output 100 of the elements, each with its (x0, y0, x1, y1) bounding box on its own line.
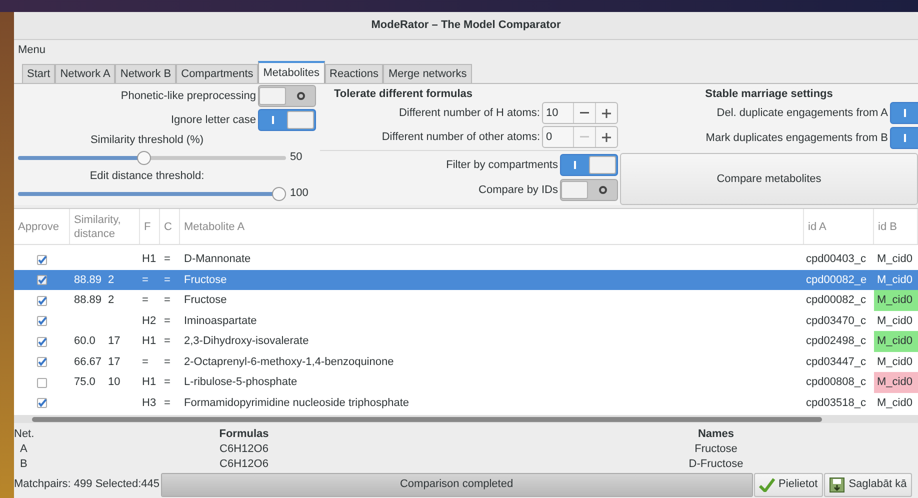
check-icon (758, 478, 775, 492)
table-cell-text: B (19, 457, 28, 472)
table-cell-text: D-Mannonate (183, 252, 252, 268)
table-cell-text: H1 (141, 252, 158, 268)
spinner-label: Different number of other atoms: (382, 130, 540, 146)
table-cell-text: H2 (141, 314, 158, 329)
minus-icon[interactable] (580, 112, 589, 114)
similarity-cell-text: 60.0 (74, 334, 96, 350)
table-cell-text: = (163, 354, 172, 370)
similarity-cell-text: 75.0 (74, 375, 96, 390)
column-header[interactable]: id A (804, 209, 874, 244)
table-row[interactable]: H2 = Iminoaspartate cpd03470_c M_cid0 (14, 310, 918, 332)
table-cell-text: H1 (141, 334, 158, 350)
table-cell-text: H3 (141, 396, 158, 411)
checkbox[interactable] (37, 316, 47, 326)
table-cell-text: M_cid0 (876, 354, 914, 370)
table-row[interactable]: 88.89 2 = = Fructose cpd00082_c M_cid0 (14, 290, 918, 311)
column-header[interactable]: Similarity, distance (70, 209, 140, 244)
table-cell-text: = (163, 293, 172, 308)
checkbox[interactable] (37, 296, 47, 306)
column-header: Formulas (218, 427, 270, 442)
tab[interactable]: Reactions (324, 64, 384, 84)
table-cell-text: M_cid0 (876, 396, 914, 411)
number-spinner[interactable]: 0 (542, 126, 618, 148)
scrollbar[interactable] (32, 416, 822, 422)
distance-cell-text: 17 (108, 334, 120, 350)
menu-item[interactable]: Menu (18, 42, 46, 59)
checkbox[interactable] (37, 398, 47, 408)
table-cell-text: = (163, 272, 172, 288)
tab[interactable]: Start (22, 64, 56, 84)
column-header[interactable]: F (140, 209, 160, 244)
table-cell-text: C6H12O6 (218, 457, 270, 472)
slider-label: Edit distance threshold: (90, 169, 206, 184)
plus-icon[interactable] (602, 132, 611, 142)
tab[interactable]: Merge networks (383, 64, 472, 84)
column-header[interactable]: id B (874, 209, 918, 244)
spinner-label: Different number of H atoms: (398, 106, 540, 122)
plus-icon[interactable] (602, 108, 611, 118)
table-cell-text: C6H12O6 (218, 442, 270, 458)
slider-value: 100 (290, 186, 310, 202)
checkbox[interactable] (37, 254, 47, 265)
column-header: Names (696, 427, 736, 442)
table-row[interactable]: H3 = Formamidopyrimidine nucleoside triphosphate cpd03518_c M_cid0 (14, 392, 918, 414)
checkbox[interactable] (37, 275, 47, 286)
status-button[interactable]: Pielietot (754, 472, 823, 497)
table-cell-text: = (141, 272, 150, 288)
similarity-cell-text: 66.67 (74, 354, 102, 370)
table-cell-text: 2,3-Dihydroxy-isovalerate (183, 334, 310, 350)
table-cell: M_cid0 (874, 290, 918, 311)
table-row[interactable]: 75.0 10 H1 = L-ribulose-5-phosphate cpd00808_c M_cid0 (14, 372, 918, 393)
distance-cell-text: 17 (108, 354, 120, 370)
section-heading: Stable marriage settings (705, 87, 833, 100)
tab[interactable]: Network B (115, 64, 176, 84)
toggle-switch[interactable] (258, 109, 316, 132)
toggle-switch[interactable] (258, 85, 316, 108)
column-header[interactable]: Metabolite A (180, 209, 804, 244)
table-cell-text: Iminoaspartate (183, 314, 258, 329)
slider-thumb[interactable] (272, 186, 286, 201)
table-row[interactable]: 60.0 17 H1 = 2,3-Dihydroxy-isovalerate cpd02498_c M_cid0 (14, 331, 918, 352)
table-cell-text: = (163, 396, 172, 411)
table-cell-text: D-Fructose (688, 457, 744, 472)
compare-button[interactable]: Compare metabolites (620, 153, 918, 206)
table-cell-text: cpd00403_c (805, 252, 867, 268)
table-cell-text: Fructose (183, 293, 228, 308)
table-cell-text: Fructose (694, 442, 738, 458)
table-cell-text: 2-Octaprenyl-6-methoxy-1,4-benzoquinone (183, 354, 395, 370)
tab[interactable]: Network A (55, 64, 116, 84)
table-cell-text: H1 (141, 375, 158, 390)
table-row[interactable]: 88.89 2 = = Fructose cpd00082_e M_cid0 (14, 270, 918, 290)
table-cell-text: = (163, 334, 172, 350)
column-header[interactable]: C (160, 209, 180, 244)
slider-track[interactable] (18, 186, 286, 201)
table-cell-text: L-ribulose-5-phosphate (183, 375, 298, 390)
slider-thumb[interactable] (137, 150, 152, 165)
table-cell-text: A (19, 442, 28, 458)
toggle-switch[interactable] (560, 179, 618, 202)
checkbox[interactable] (37, 357, 47, 368)
toggle-switch[interactable] (560, 154, 618, 176)
tab[interactable]: Compartments (176, 64, 258, 84)
table-cell: M_cid0 (874, 372, 918, 393)
progress-label: Comparison completed (400, 477, 514, 492)
table-cell-text: M_cid0 (876, 314, 914, 329)
distance-cell-text: 10 (108, 375, 120, 390)
table-row[interactable]: 66.67 17 = = 2-Octaprenyl-6-methoxy-1,4-benzoquinone cpd03447_c M_cid0 (14, 352, 918, 372)
table-row[interactable]: H1 = D-Mannonate cpd00403_c M_cid0 (14, 249, 918, 270)
status-text: Matchpairs: 499 Selected:445 (14, 477, 160, 492)
checkbox[interactable] (37, 378, 47, 388)
table-cell-text: cpd00082_c (805, 293, 867, 308)
slider-track[interactable] (18, 150, 286, 165)
checkbox[interactable] (37, 336, 47, 347)
tab[interactable]: Metabolites (258, 61, 325, 84)
window-title: ModeRator – The Model Comparator (371, 18, 561, 34)
table-cell-text: = (163, 314, 172, 329)
status-button[interactable]: Saglabāt kā (824, 472, 912, 497)
column-header[interactable]: Approve (14, 209, 70, 244)
similarity-cell-text: 88.89 (74, 293, 102, 308)
distance-cell-text: 2 (108, 293, 114, 308)
table-cell-text: cpd03470_c (805, 314, 867, 329)
number-spinner[interactable]: 10 (542, 102, 618, 124)
slider-value: 50 (290, 150, 304, 166)
